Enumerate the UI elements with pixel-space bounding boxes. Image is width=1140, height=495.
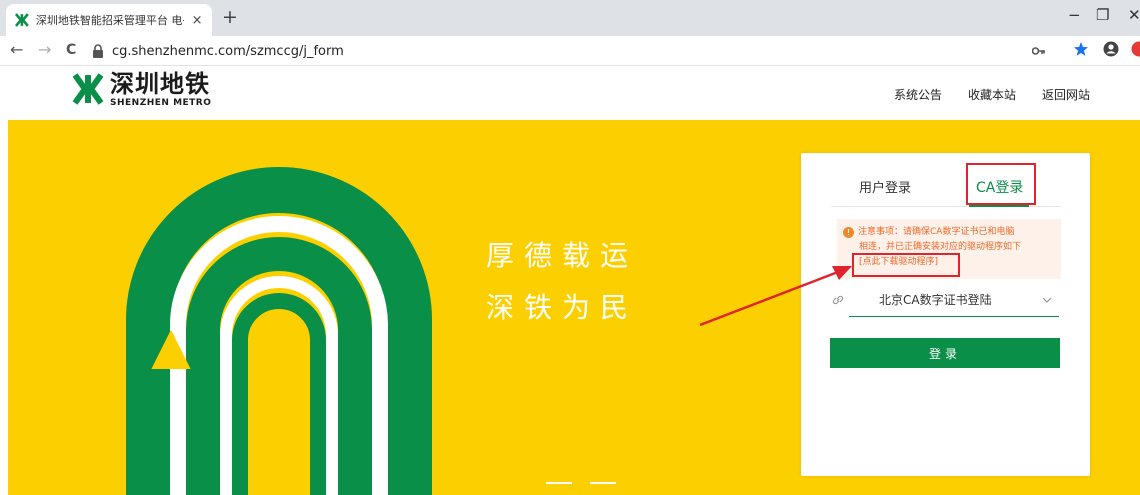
nav-link-bookmark-site[interactable]: 收藏本站 xyxy=(968,86,1016,103)
browser-window: 深圳地铁智能招采管理平台 电子 × + − ❐ ✕ ← → C cg.shenz… xyxy=(0,0,1140,495)
site-logo[interactable]: 深圳地铁 SHENZHEN METRO xyxy=(70,70,211,108)
restore-button[interactable]: ❐ xyxy=(1096,6,1109,24)
download-link-highlight-box xyxy=(852,253,960,277)
account-icon[interactable] xyxy=(1103,41,1119,57)
tab-strip: 深圳地铁智能招采管理平台 电子 × + − ❐ ✕ xyxy=(0,0,1140,36)
link-icon xyxy=(832,295,844,305)
logo-english-name: SHENZHEN METRO xyxy=(110,98,212,108)
nav-link-announcements[interactable]: 系统公告 xyxy=(894,86,942,103)
tab-close-icon[interactable]: × xyxy=(190,13,204,28)
address-bar[interactable]: cg.shenzhenmc.com/szmccg/j_form xyxy=(92,39,1022,63)
minimize-button[interactable]: − xyxy=(1068,6,1081,24)
ca-certificate-select[interactable]: 北京CA数字证书登陆 xyxy=(849,283,1059,317)
login-button[interactable]: 登录 xyxy=(830,338,1060,368)
warning-icon: ! xyxy=(843,227,854,238)
notice-line-1: ! 注意事项：请确保CA数字证书已和电脑 xyxy=(843,225,1055,240)
arch-graphic xyxy=(126,167,432,495)
carousel-dot[interactable] xyxy=(546,482,572,484)
tab-title: 深圳地铁智能招采管理平台 电子 xyxy=(35,14,185,27)
ca-certificate-row: 北京CA数字证书登陆 xyxy=(831,283,1061,317)
top-navigation: 系统公告 收藏本站 返回网站 xyxy=(894,86,1090,103)
browser-tab[interactable]: 深圳地铁智能招采管理平台 电子 × xyxy=(6,4,212,36)
login-panel: 用户登录 CA登录 ! 注意事项：请确保CA数字证书已和电脑 相连，并已正确安装对… xyxy=(801,153,1090,476)
shenzhen-metro-logo-icon xyxy=(14,13,29,27)
nav-link-return-site[interactable]: 返回网站 xyxy=(1042,86,1090,103)
extension-icon[interactable] xyxy=(1131,41,1140,57)
slogan: 厚德载运 深铁为民 xyxy=(486,230,638,334)
close-window-button[interactable]: ✕ xyxy=(1128,6,1140,24)
reload-button[interactable]: C xyxy=(66,42,76,58)
ca-certificate-select-value: 北京CA数字证书登陆 xyxy=(879,293,992,307)
lock-icon xyxy=(93,44,103,58)
logo-wordmark: 深圳地铁 SHENZHEN METRO xyxy=(110,70,211,108)
back-button[interactable]: ← xyxy=(10,40,23,59)
carousel-indicators xyxy=(546,482,616,484)
site-header: 深圳地铁 SHENZHEN METRO 系统公告 收藏本站 返回网站 xyxy=(0,66,1140,120)
ca-tab-highlight-box xyxy=(966,163,1036,205)
star-icon[interactable] xyxy=(1073,41,1089,57)
logo-chinese-name: 深圳地铁 xyxy=(110,70,210,98)
active-tab-indicator xyxy=(969,205,1029,207)
forward-button[interactable]: → xyxy=(38,40,51,59)
key-icon[interactable] xyxy=(1032,46,1046,56)
slogan-line-1: 厚德载运 xyxy=(486,239,639,272)
chevron-down-icon xyxy=(1042,297,1052,303)
carousel-dot[interactable] xyxy=(590,482,616,484)
url-text: cg.shenzhenmc.com/szmccg/j_form xyxy=(112,43,344,59)
browser-toolbar: ← → C cg.shenzhenmc.com/szmccg/j_form xyxy=(0,36,1140,66)
shenzhen-metro-logo-icon xyxy=(72,73,104,105)
tab-user-login[interactable]: 用户登录 xyxy=(859,177,911,196)
slogan-line-2: 深铁为民 xyxy=(486,291,639,324)
new-tab-button[interactable]: + xyxy=(222,6,238,28)
